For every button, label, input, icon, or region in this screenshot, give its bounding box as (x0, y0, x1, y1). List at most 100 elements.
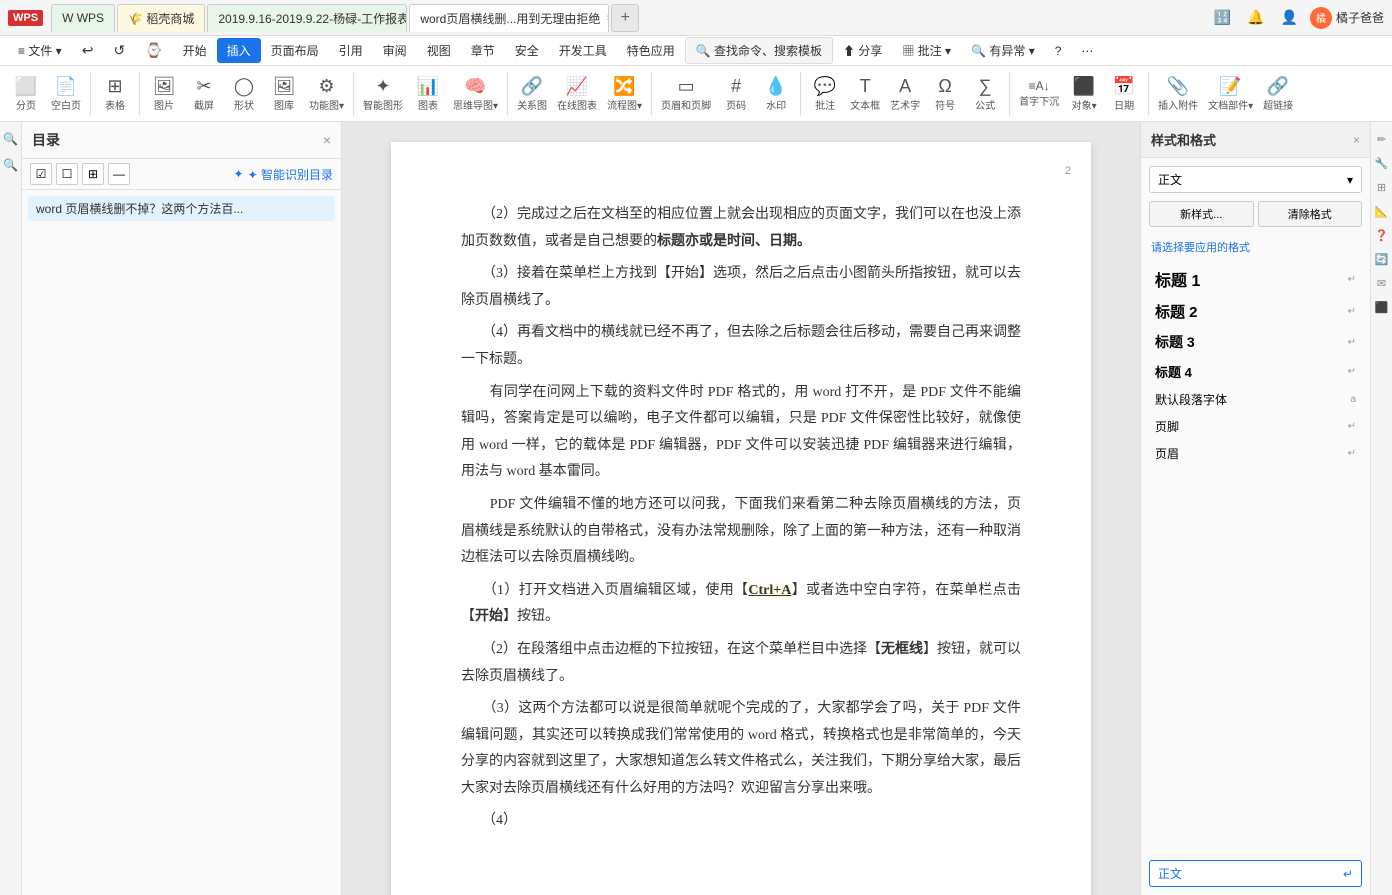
toolbar-chart[interactable]: 📊 图表 (410, 74, 446, 114)
new-style-button[interactable]: 新样式... (1149, 201, 1254, 227)
clear-format-button[interactable]: 清除格式 (1258, 201, 1363, 227)
menu-chapter[interactable]: 章节 (461, 38, 505, 63)
menu-layout[interactable]: 页面布局 (261, 38, 329, 63)
chart-label: 图表 (418, 97, 438, 112)
sep5 (651, 72, 652, 116)
toolbar-comment[interactable]: 💬 批注 (807, 74, 843, 114)
toolbar-blank-page[interactable]: 📄 空白页 (48, 74, 84, 114)
toolbar-chart-lib[interactable]: 🖼 图库 (266, 74, 302, 114)
toolbar-header-footer[interactable]: ▭ 页眉和页脚 (658, 74, 714, 114)
style-item-h3[interactable]: 标题 3 ↵ (1149, 328, 1362, 356)
current-style-dropdown[interactable]: 正文 ▾ (1149, 166, 1362, 193)
toolbar-textbox[interactable]: T 文本框 (847, 74, 883, 114)
toolbar-flowchart[interactable]: 🔀 流程图▾ (604, 74, 645, 114)
menu-devtools[interactable]: 开发工具 (549, 38, 617, 63)
date-icon: 📅 (1113, 76, 1135, 97)
right-settings-icon[interactable]: 🔧 (1373, 154, 1391, 172)
toc-check-all[interactable]: ☑ (30, 163, 52, 185)
chart-lib-label: 图库 (274, 97, 294, 112)
left-zoom-icon[interactable]: 🔍 (2, 156, 20, 174)
menu-file[interactable]: ≡ 文件 ▾ (8, 38, 72, 63)
toolbar-smart-shape[interactable]: ✦ 智能图形 (360, 74, 406, 114)
style-item-header[interactable]: 页眉 ↵ (1149, 441, 1362, 466)
menu-insert[interactable]: 插入 (217, 38, 261, 63)
tab-haoke[interactable]: 🌾 稻壳商城 (117, 4, 205, 32)
left-search-icon[interactable]: 🔍 (2, 130, 20, 148)
toolbar-date[interactable]: 📅 日期 (1106, 74, 1142, 114)
toolbar-symbol[interactable]: Ω 符号 (927, 74, 963, 114)
right-refresh-icon[interactable]: 🔄 (1373, 250, 1391, 268)
doc-bold-1: 标题亦或是时间、日期。 (657, 234, 811, 249)
style-item-footer[interactable]: 页脚 ↵ (1149, 414, 1362, 439)
toc-close-button[interactable]: × (323, 132, 331, 148)
toolbar-arttext[interactable]: A 艺术字 (887, 74, 923, 114)
user-avatar[interactable]: 橘 橘子爸爸 (1310, 7, 1384, 29)
toolbar-page-split[interactable]: ⬜ 分页 (8, 74, 44, 114)
right-ruler-icon[interactable]: 📐 (1373, 202, 1391, 220)
style-item-h1[interactable]: 标题 1 ↵ (1149, 263, 1362, 295)
toolbar-attachment[interactable]: 📎 插入附件 (1155, 74, 1201, 114)
toolbar-screenshot[interactable]: ✂ 截屏 (186, 74, 222, 114)
person-icon[interactable]: 👤 (1277, 7, 1302, 28)
style-list: 标题 1 ↵ 标题 2 ↵ 标题 3 ↵ 标题 4 ↵ 默认段落字体 a 页脚 … (1141, 259, 1370, 852)
window-num-icon[interactable]: 🔢 (1210, 7, 1235, 28)
right-mail-icon[interactable]: ✉ (1373, 274, 1391, 292)
right-help-icon[interactable]: ❓ (1373, 226, 1391, 244)
toolbar-page-num[interactable]: # 页码 (718, 74, 754, 114)
toolbar-hyperlink[interactable]: 🔗 超链接 (1260, 74, 1296, 114)
toolbar-relation[interactable]: 🔗 关系图 (514, 74, 550, 114)
toc-smart-button[interactable]: ✦ ✦ 智能识别目录 (234, 166, 333, 183)
toolbar-formula[interactable]: ∑ 公式 (967, 74, 1003, 114)
menu-redo[interactable]: ↺ (103, 38, 135, 63)
menu-diff[interactable]: 🔍 有异常 ▾ (961, 38, 1045, 63)
arttext-icon: A (899, 76, 911, 97)
toc-expand[interactable]: ⊞ (82, 163, 104, 185)
menu-history[interactable]: ⌚ (135, 38, 172, 63)
toolbar-mindmap[interactable]: 🧠 思维导图▾ (450, 74, 501, 114)
tab-work[interactable]: 2019.9.16-2019.9.22-杨碌-工作报表 × (207, 4, 407, 32)
toolbar-func[interactable]: ⚙ 功能图▾ (306, 74, 347, 114)
doc-scroll[interactable]: 2 （2）完成过之后在文档至的相应位置上就会出现相应的页面文字，我们可以在也没上… (342, 122, 1140, 895)
bottom-style-label: 正文 (1158, 865, 1182, 882)
styles-panel-close[interactable]: × (1353, 133, 1360, 147)
toc-items: word 页眉横线删不掉？这两个方法百... (22, 190, 341, 895)
menu-more[interactable]: ⋯ (1071, 40, 1103, 62)
toc-item[interactable]: word 页眉横线删不掉？这两个方法百... (28, 196, 335, 221)
menu-reference[interactable]: 引用 (329, 38, 373, 63)
toolbar-word-parts[interactable]: 📝 文档部件▾ (1205, 74, 1256, 114)
wps-logo[interactable]: WPS (8, 10, 43, 26)
new-tab-button[interactable]: + (611, 4, 639, 32)
menu-review[interactable]: 审阅 (373, 38, 417, 63)
tab-word-close[interactable]: × (606, 13, 609, 24)
tab-word[interactable]: word页眉横线删...用到无理由拒绝 × (409, 4, 609, 32)
menu-batch[interactable]: ▦ 批注 ▾ (892, 38, 961, 63)
header-footer-label: 页眉和页脚 (661, 97, 711, 112)
menu-security[interactable]: 安全 (505, 38, 549, 63)
bell-icon[interactable]: 🔔 (1243, 7, 1268, 28)
menu-special[interactable]: 特色应用 (617, 38, 685, 63)
toc-uncheck-all[interactable]: ☐ (56, 163, 78, 185)
toolbar-object[interactable]: ⬛ 对象▾ (1066, 74, 1102, 114)
toolbar-watermark[interactable]: 💧 水印 (758, 74, 794, 114)
toc-collapse[interactable]: — (108, 163, 130, 185)
style-item-h4[interactable]: 标题 4 ↵ (1149, 358, 1362, 385)
toolbar-image[interactable]: 🖼 图片 (146, 74, 182, 114)
menu-begin[interactable]: 开始 (173, 38, 217, 63)
style-item-default-para[interactable]: 默认段落字体 a (1149, 387, 1362, 412)
toolbar-word-subscript[interactable]: ≡A↓ 首字下沉 (1016, 77, 1062, 110)
menu-undo[interactable]: ↩ (72, 38, 104, 63)
menu-help[interactable]: ? (1045, 40, 1072, 62)
menu-share[interactable]: ⬆ 分享 (833, 38, 892, 63)
toolbar-online-chart[interactable]: 📈 在线图表 (554, 74, 600, 114)
doc-bold-7: 无框线 (881, 642, 923, 657)
menu-view[interactable]: 视图 (417, 38, 461, 63)
menu-search[interactable]: 🔍 查找命令、搜索模板 (685, 37, 833, 64)
right-block-icon[interactable]: ⬛ (1373, 298, 1391, 316)
toolbar-table[interactable]: ⊞ 表格 (97, 74, 133, 114)
tab-wps[interactable]: W WPS (51, 4, 115, 32)
style-item-h2[interactable]: 标题 2 ↵ (1149, 297, 1362, 326)
toolbar-shape[interactable]: ◯ 形状 (226, 74, 262, 114)
right-grid-icon[interactable]: ⊞ (1373, 178, 1391, 196)
right-edit-icon[interactable]: ✏ (1373, 130, 1391, 148)
bottom-style-dropdown[interactable]: 正文 ↵ (1149, 860, 1362, 887)
